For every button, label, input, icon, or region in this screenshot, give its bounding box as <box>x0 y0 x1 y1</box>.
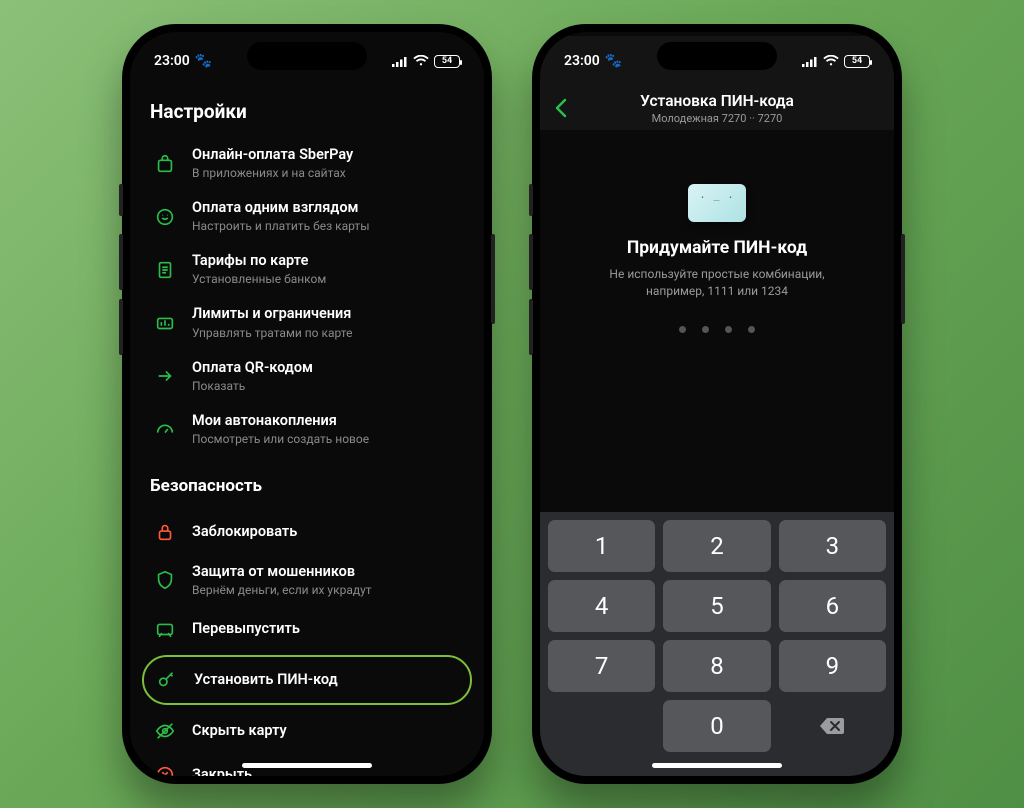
pin-prompt: Придумайте ПИН-код Не используйте просты… <box>540 130 894 512</box>
card-reissue-icon <box>152 616 178 642</box>
key-8[interactable]: 8 <box>663 640 770 692</box>
battery-indicator: 54 <box>434 55 460 68</box>
key-1[interactable]: 1 <box>548 520 655 572</box>
key-2[interactable]: 2 <box>663 520 770 572</box>
phone-mockup-settings: 23:00 🐾 54 Настройки <box>122 24 492 784</box>
row-title: Оплата одним взглядом <box>192 199 370 217</box>
key-7[interactable]: 7 <box>548 640 655 692</box>
numeric-keypad: 1 2 3 4 5 6 7 8 9 0 <box>540 512 894 776</box>
phone-mockup-pin: 23:00 🐾 54 Установка ПИН-кода <box>532 24 902 784</box>
row-sub: Посмотреть или создать новое <box>192 432 369 447</box>
row-title: Онлайн-оплата SberPay <box>192 146 353 164</box>
pin-desc-line1: Не используйте простые комбинации, <box>609 267 824 281</box>
row-face-pay[interactable]: Оплата одним взглядом Настроить и платит… <box>148 190 466 243</box>
key-0[interactable]: 0 <box>663 700 770 752</box>
row-sberpay[interactable]: Онлайн-оплата SberPay В приложениях и на… <box>148 137 466 190</box>
volume-button <box>119 299 123 355</box>
nav-subtitle: Молодежная 7270 ·· 7270 <box>582 112 852 125</box>
shield-icon <box>152 567 178 593</box>
pin-desc-line2: например, 1111 или 1234 <box>646 284 788 298</box>
key-5[interactable]: 5 <box>663 580 770 632</box>
row-sub: Управлять тратами по карте <box>192 326 352 341</box>
volume-button <box>529 234 533 290</box>
row-fraud-protection[interactable]: Защита от мошенников Вернём деньги, если… <box>148 554 466 607</box>
row-title: Защита от мошенников <box>192 563 372 581</box>
key-4[interactable]: 4 <box>548 580 655 632</box>
limits-icon <box>152 310 178 336</box>
key-9[interactable]: 9 <box>779 640 886 692</box>
cell-icon <box>802 56 818 67</box>
nav-bar: Установка ПИН-кода Молодежная 7270 ·· 72… <box>540 86 894 130</box>
row-sub: В приложениях и на сайтах <box>192 166 353 181</box>
power-button <box>491 234 495 324</box>
row-sub: Установленные банком <box>192 272 326 287</box>
key-icon <box>154 667 180 693</box>
pin-dot <box>702 326 709 333</box>
card-image <box>688 184 746 222</box>
volume-button <box>529 299 533 355</box>
home-indicator[interactable] <box>652 763 782 768</box>
settings-list[interactable]: Настройки Онлайн-оплата SberPay В прилож… <box>130 86 484 776</box>
close-circle-icon <box>152 762 178 776</box>
volume-button <box>119 184 123 216</box>
nav-title: Установка ПИН-кода <box>582 92 852 110</box>
dynamic-island <box>657 42 777 70</box>
row-title: Заблокировать <box>192 523 297 541</box>
key-6[interactable]: 6 <box>779 580 886 632</box>
eye-off-icon <box>152 718 178 744</box>
section-title-security: Безопасность <box>150 476 466 496</box>
row-block[interactable]: Заблокировать <box>148 510 466 554</box>
status-time: 23:00 <box>154 53 190 69</box>
key-backspace[interactable] <box>779 700 886 752</box>
wifi-icon <box>823 55 839 67</box>
row-qr-pay[interactable]: Оплата QR-кодом Показать <box>148 350 466 403</box>
volume-button <box>529 184 533 216</box>
row-set-pin[interactable]: Установить ПИН-код <box>142 655 472 705</box>
wifi-icon <box>413 55 429 67</box>
lock-icon <box>152 519 178 545</box>
pin-heading: Придумайте ПИН-код <box>627 238 807 258</box>
face-pay-icon <box>152 204 178 230</box>
arrow-right-icon <box>152 363 178 389</box>
row-limits[interactable]: Лимиты и ограничения Управлять тратами п… <box>148 296 466 349</box>
status-time: 23:00 <box>564 53 600 69</box>
row-tariffs[interactable]: Тарифы по карте Установленные банком <box>148 243 466 296</box>
row-title: Тарифы по карте <box>192 252 326 270</box>
row-sub: Вернём деньги, если их украдут <box>192 583 372 598</box>
pin-dot <box>748 326 755 333</box>
shopping-bag-icon <box>152 151 178 177</box>
pin-dot <box>679 326 686 333</box>
paw-icon: 🐾 <box>195 53 212 69</box>
power-button <box>901 234 905 324</box>
key-blank <box>548 700 655 752</box>
gauge-icon <box>152 416 178 442</box>
row-hide-card[interactable]: Скрыть карту <box>148 709 466 753</box>
home-indicator[interactable] <box>242 763 372 768</box>
row-title: Скрыть карту <box>192 722 287 740</box>
pin-dots <box>679 326 755 333</box>
volume-button <box>119 234 123 290</box>
row-title: Мои автонакопления <box>192 412 369 430</box>
row-title: Установить ПИН-код <box>194 671 338 689</box>
section-title-settings: Настройки <box>150 100 466 123</box>
row-title: Оплата QR-кодом <box>192 359 313 377</box>
cell-icon <box>392 56 408 67</box>
row-autosavings[interactable]: Мои автонакопления Посмотреть или создат… <box>148 403 466 456</box>
row-title: Перевыпустить <box>192 620 300 638</box>
row-title: Лимиты и ограничения <box>192 305 352 323</box>
dynamic-island <box>247 42 367 70</box>
key-3[interactable]: 3 <box>779 520 886 572</box>
row-sub: Показать <box>192 379 313 394</box>
pin-dot <box>725 326 732 333</box>
back-button[interactable] <box>554 97 582 119</box>
document-icon <box>152 257 178 283</box>
paw-icon: 🐾 <box>605 53 622 69</box>
row-sub: Настроить и платить без карты <box>192 219 370 234</box>
row-reissue[interactable]: Перевыпустить <box>148 607 466 651</box>
battery-indicator: 54 <box>844 55 870 68</box>
